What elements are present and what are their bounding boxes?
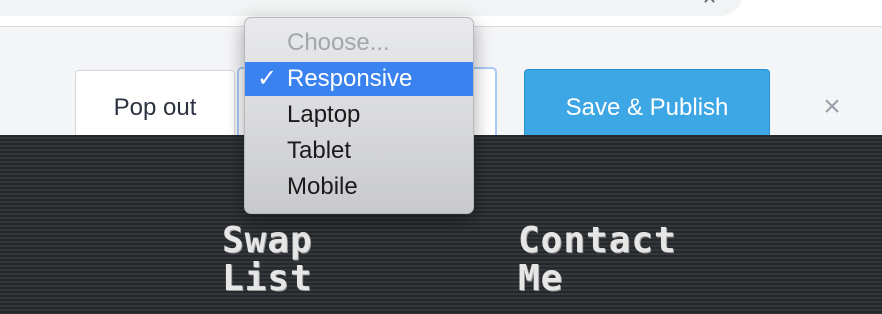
nav-link-line: List xyxy=(222,258,313,299)
dropdown-option-mobile[interactable]: Mobile xyxy=(245,170,473,204)
close-icon[interactable]: × xyxy=(814,89,850,125)
nav-link-line: Me xyxy=(518,258,564,299)
dropdown-option-label: Responsive xyxy=(287,65,413,92)
dropdown-option-laptop[interactable]: Laptop xyxy=(245,98,473,132)
nav-link-line: Swap xyxy=(222,220,313,261)
dropdown-option-tablet[interactable]: Tablet xyxy=(245,134,473,168)
checkmark-icon: ✓ xyxy=(257,65,278,92)
nav-link-swap-list[interactable]: Swap List xyxy=(222,222,313,298)
x-icon[interactable]: ✕ xyxy=(702,0,717,9)
device-dropdown-menu: Choose... ✓ Responsive Laptop Tablet Mob… xyxy=(244,17,474,214)
dropdown-option-responsive[interactable]: ✓ Responsive xyxy=(245,62,473,96)
nav-link-line: Contact xyxy=(518,220,677,261)
nav-link-contact-me[interactable]: Contact Me xyxy=(518,222,677,298)
url-field[interactable] xyxy=(0,0,742,16)
dropdown-option-choose: Choose... xyxy=(287,29,390,56)
pop-out-button[interactable]: Pop out xyxy=(75,70,235,145)
